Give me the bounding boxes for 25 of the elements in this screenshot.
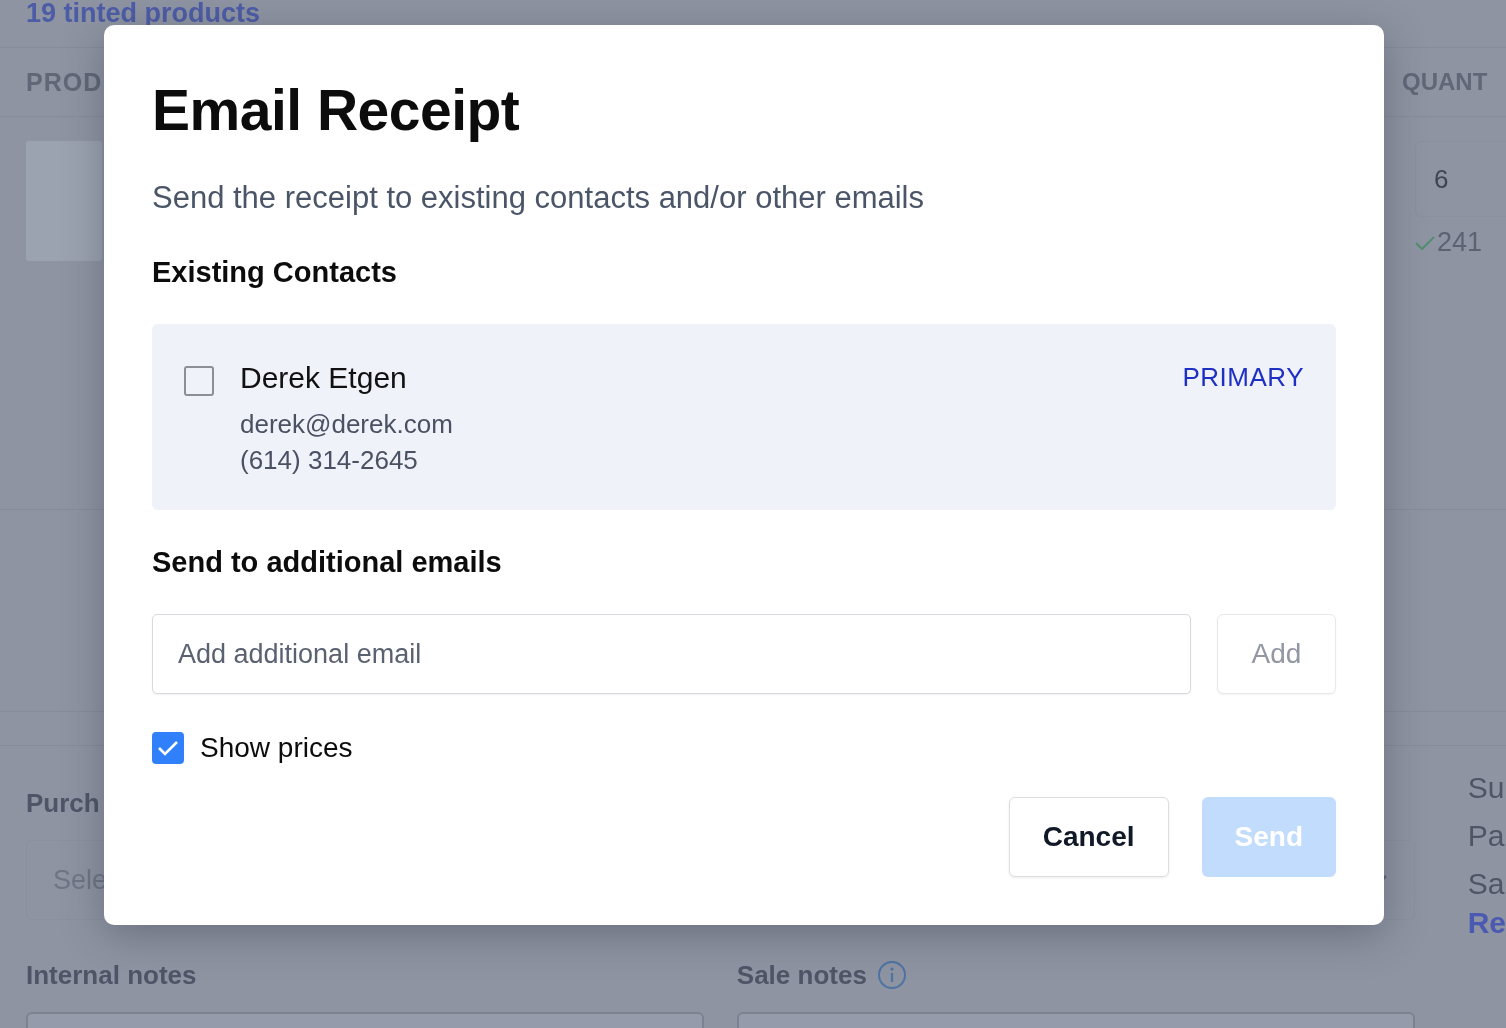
primary-label: PRIMARY — [1182, 362, 1304, 394]
section-heading: Send to additional emails — [152, 545, 503, 580]
dialog-title: Email Receipt — [152, 77, 521, 144]
summary-label: Su — [1467, 770, 1506, 806]
quantity-field[interactable]: 6 — [1415, 141, 1506, 217]
contact-email: derek@derek.com — [240, 408, 454, 441]
contact-phone: (614) 314-2645 — [240, 444, 419, 477]
summary-label: Sa — [1467, 866, 1506, 902]
summary-label: Pa — [1467, 818, 1506, 854]
cancel-button[interactable]: Cancel — [1008, 797, 1169, 877]
checkmark-icon — [157, 739, 179, 757]
summary-link[interactable]: Re — [1467, 908, 1506, 938]
email-input-field[interactable]: Add additional email — [152, 614, 1191, 694]
check-icon — [1415, 235, 1435, 250]
field-label: Sale notes — [736, 959, 867, 992]
contact-checkbox[interactable] — [184, 366, 214, 396]
section-heading: Existing Contacts — [152, 255, 398, 290]
field-label: Purch — [26, 787, 101, 820]
dialog-subtitle: Send the receipt to existing contacts and/or other emails — [152, 179, 925, 217]
page-title: 19 tinted products — [25, 0, 262, 30]
contact-name: Derek Etgen — [240, 362, 408, 394]
show-prices-checkbox[interactable] — [152, 732, 184, 764]
info-icon[interactable] — [876, 960, 907, 990]
checkbox-label: Show prices — [200, 732, 353, 764]
field-label: Internal notes — [26, 959, 198, 992]
